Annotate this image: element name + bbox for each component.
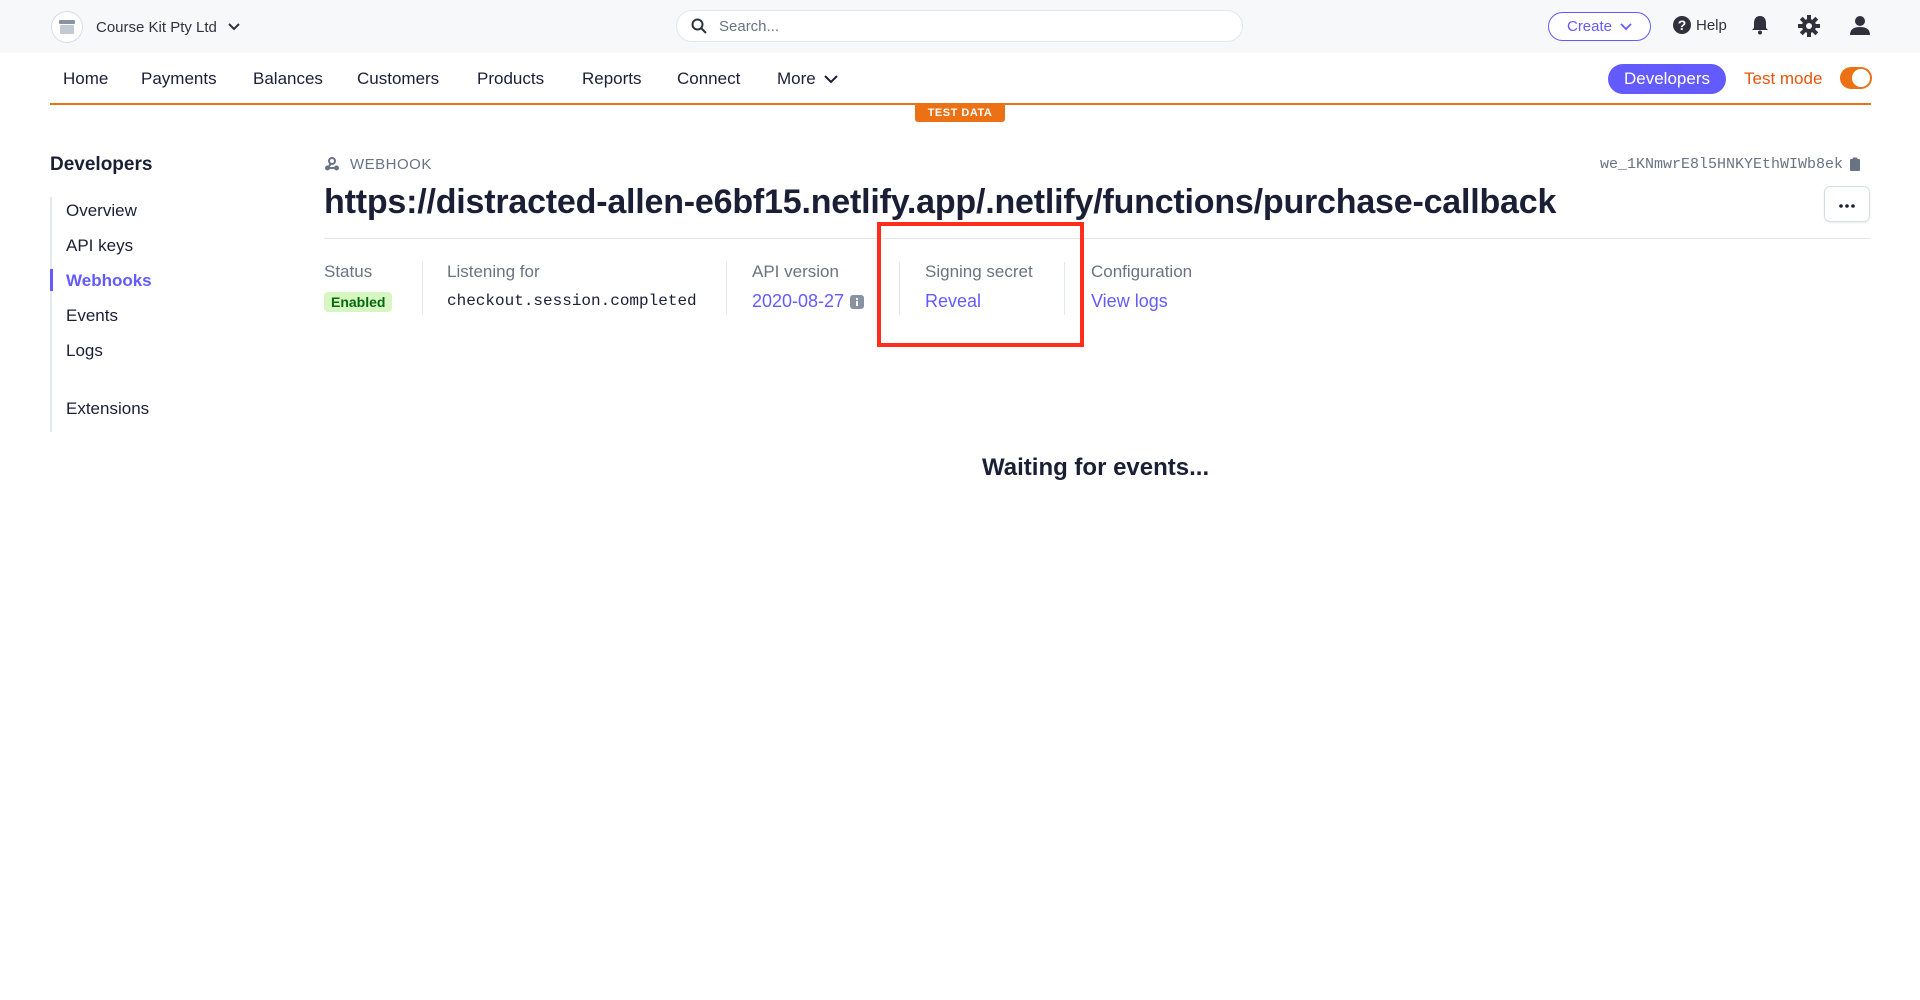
help-icon: ? bbox=[1672, 15, 1692, 35]
sidebar-item-logs[interactable]: Logs bbox=[66, 341, 103, 361]
nav-connect[interactable]: Connect bbox=[677, 69, 740, 89]
svg-text:?: ? bbox=[1678, 17, 1687, 33]
nav-payments[interactable]: Payments bbox=[141, 69, 217, 89]
listening-value: checkout.session.completed bbox=[447, 292, 697, 310]
chevron-down-icon bbox=[824, 74, 838, 84]
webhook-label-text: WEBHOOK bbox=[350, 156, 432, 173]
api-version-label: API version bbox=[752, 262, 839, 281]
webhook-url: https://distracted-allen-e6bf15.netlify.… bbox=[324, 183, 1557, 221]
configuration-label: Configuration bbox=[1091, 262, 1193, 281]
sidebar-item-overview[interactable]: Overview bbox=[66, 201, 137, 221]
toggle-knob bbox=[1852, 69, 1870, 87]
top-bar: Course Kit Pty Ltd Create ? Help bbox=[0, 0, 1920, 53]
active-indicator bbox=[50, 269, 53, 291]
sidebar-item-events[interactable]: Events bbox=[66, 306, 118, 326]
api-version-field: API version 2020-08-27 bbox=[752, 262, 892, 315]
chevron-down-icon bbox=[227, 22, 241, 32]
search-icon bbox=[691, 18, 707, 34]
field-divider bbox=[422, 262, 423, 315]
bell-icon[interactable] bbox=[1751, 15, 1769, 35]
api-version-value[interactable]: 2020-08-27 bbox=[752, 291, 865, 312]
create-button[interactable]: Create bbox=[1548, 12, 1651, 41]
status-badge: Enabled bbox=[324, 292, 393, 312]
waiting-for-events: Waiting for events... bbox=[982, 454, 1210, 481]
webhook-label: WEBHOOK bbox=[324, 156, 432, 173]
view-logs-link[interactable]: View logs bbox=[1091, 291, 1168, 312]
sidebar-nav: Overview API keys Webhooks Events Logs E… bbox=[50, 197, 252, 432]
store-icon bbox=[52, 12, 82, 42]
ellipsis-icon bbox=[1839, 195, 1855, 213]
field-divider bbox=[726, 262, 727, 315]
nav-customers[interactable]: Customers bbox=[357, 69, 439, 89]
api-version-text: 2020-08-27 bbox=[752, 291, 845, 311]
account-switcher[interactable]: Course Kit Pty Ltd bbox=[52, 12, 241, 42]
nav-more-label: More bbox=[777, 69, 816, 88]
listening-field: Listening for checkout.session.completed bbox=[447, 262, 727, 315]
nav-home[interactable]: Home bbox=[63, 69, 108, 89]
test-mode-toggle[interactable] bbox=[1840, 67, 1872, 89]
help-label: Help bbox=[1696, 16, 1727, 34]
user-icon[interactable] bbox=[1849, 14, 1871, 36]
nav-more[interactable]: More bbox=[777, 69, 838, 89]
sidebar-item-api-keys[interactable]: API keys bbox=[66, 236, 133, 256]
sidebar-item-webhooks[interactable]: Webhooks bbox=[66, 271, 152, 291]
status-label: Status bbox=[324, 262, 373, 281]
webhook-icon bbox=[324, 157, 340, 172]
chevron-down-icon bbox=[1620, 22, 1632, 31]
sidebar-title: Developers bbox=[50, 154, 153, 175]
search-input[interactable] bbox=[717, 16, 1201, 36]
search-bar[interactable] bbox=[676, 10, 1243, 42]
more-actions-button[interactable] bbox=[1824, 186, 1870, 222]
listening-label: Listening for bbox=[447, 262, 540, 281]
nav-products[interactable]: Products bbox=[477, 69, 544, 89]
nav-reports[interactable]: Reports bbox=[582, 69, 642, 89]
gear-icon[interactable] bbox=[1798, 15, 1820, 37]
developers-button[interactable]: Developers bbox=[1608, 64, 1726, 94]
test-mode-label: Test mode bbox=[1744, 69, 1823, 88]
header-divider bbox=[324, 238, 1871, 239]
account-name: Course Kit Pty Ltd bbox=[96, 18, 217, 36]
nav-balances[interactable]: Balances bbox=[253, 69, 323, 89]
webhook-id-text: we_1KNmwrE8l5HNKYEthWIWb8ek bbox=[1600, 156, 1844, 173]
configuration-field: Configuration View logs bbox=[1091, 262, 1231, 315]
highlight-box bbox=[877, 222, 1084, 347]
help-button[interactable]: ? Help bbox=[1672, 15, 1727, 35]
main-nav: Home Payments Balances Customers Product… bbox=[50, 53, 1872, 105]
sidebar-item-extensions[interactable]: Extensions bbox=[66, 399, 149, 419]
info-icon[interactable] bbox=[850, 294, 865, 309]
status-field: Status Enabled bbox=[324, 262, 414, 315]
clipboard-icon[interactable] bbox=[1849, 157, 1861, 172]
test-data-banner: TEST DATA bbox=[915, 103, 1005, 122]
webhook-id: we_1KNmwrE8l5HNKYEthWIWb8ek bbox=[1600, 156, 1861, 173]
create-label: Create bbox=[1566, 18, 1613, 35]
